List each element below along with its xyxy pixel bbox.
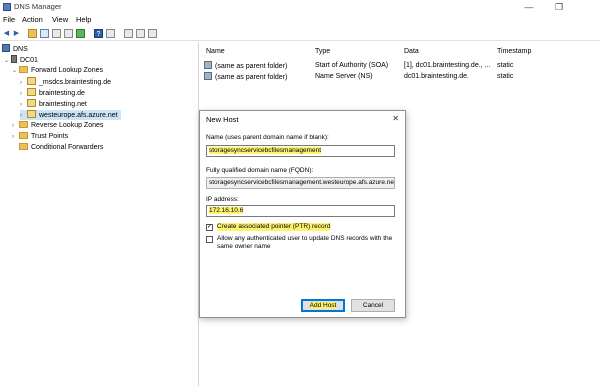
ip-address-value: 172.16.10.6 — [209, 207, 244, 214]
tree-item-label: DC01 — [20, 57, 38, 64]
help-icon[interactable]: ? — [94, 29, 103, 38]
menu-action[interactable]: Action — [22, 15, 43, 24]
dialog-title: New Host — [206, 115, 239, 124]
up-folder-icon[interactable] — [28, 29, 37, 38]
chevron-right-icon[interactable]: › — [20, 100, 27, 110]
tree-item-reverse-lookup-zones[interactable]: › Reverse Lookup Zones — [12, 121, 103, 131]
forward-arrow-icon[interactable]: ▶ — [12, 29, 21, 38]
record-timestamp-cell: static — [497, 62, 514, 69]
back-arrow-icon[interactable]: ◀ — [2, 29, 11, 38]
record-icon — [204, 61, 212, 69]
zone-icon — [27, 99, 36, 107]
menu-view[interactable]: View — [52, 15, 68, 24]
folder-icon — [19, 143, 28, 150]
tree-item-zone[interactable]: › braintesting.net — [20, 99, 87, 109]
add-host-button[interactable]: Add Host — [301, 299, 345, 312]
folder-icon — [19, 121, 28, 128]
server-icon — [11, 55, 17, 63]
allow-update-checkbox-label[interactable]: Allow any authenticated user to update D… — [217, 235, 397, 251]
name-label: Name (uses parent domain name if blank): — [206, 134, 329, 141]
folder-icon — [19, 66, 28, 73]
close-icon[interactable]: ✕ — [392, 114, 399, 123]
tree-item-conditional-forwarders[interactable]: Conditional Forwarders — [12, 143, 103, 153]
export-list-icon[interactable] — [76, 29, 85, 38]
ptr-checkbox-label[interactable]: Create associated pointer (PTR) record — [217, 223, 331, 231]
ip-address-field[interactable]: 172.16.10.6 — [206, 205, 395, 217]
tree-item-forward-lookup-zones[interactable]: ⌄ Forward Lookup Zones — [12, 66, 103, 76]
chevron-down-icon[interactable]: ⌄ — [12, 66, 19, 76]
chevron-down-icon[interactable]: ⌄ — [4, 56, 11, 66]
tree-item-label: Conditional Forwarders — [31, 144, 104, 151]
column-header-type[interactable]: Type — [315, 48, 330, 55]
ip-address-label: IP address: — [206, 196, 239, 203]
tree-item-dns[interactable]: DNS — [2, 44, 28, 54]
tree-item-label: braintesting.de — [39, 90, 85, 97]
folder-icon — [19, 132, 28, 139]
record-icon — [204, 72, 212, 80]
title-bar: DNS Manager — ❐ — [0, 0, 600, 14]
record-type-cell: Start of Authority (SOA) — [315, 62, 389, 69]
restore-button[interactable]: ❐ — [544, 0, 574, 14]
tree-item-zone-selected[interactable]: › westeurope.afs.azure.net — [20, 110, 121, 120]
properties-icon[interactable] — [52, 29, 61, 38]
chevron-right-icon[interactable]: › — [12, 121, 19, 131]
menu-help[interactable]: Help — [76, 15, 91, 24]
column-header-timestamp[interactable]: Timestamp — [497, 48, 531, 55]
menu-file[interactable]: File — [3, 15, 15, 24]
chevron-right-icon[interactable]: › — [20, 89, 27, 99]
name-field[interactable]: storagesyncservicebcfilesmanagement — [206, 145, 395, 157]
column-header-data[interactable]: Data — [404, 48, 419, 55]
dns-manager-app-icon — [3, 3, 11, 11]
zone-icon — [27, 88, 36, 96]
tree-item-label: Trust Points — [31, 133, 69, 140]
chevron-right-icon[interactable]: › — [12, 132, 19, 142]
zone-icon — [27, 77, 36, 85]
record-data-cell: [1], dc01.braintesting.de., ... — [404, 62, 491, 69]
ptr-checkbox[interactable]: ✓ — [206, 224, 213, 231]
show-hide-tree-icon[interactable] — [40, 29, 49, 38]
refresh-icon[interactable] — [64, 29, 73, 38]
tree-item-label: _msdcs.braintesting.de — [39, 79, 111, 86]
tree-item-label: braintesting.net — [39, 101, 87, 108]
new-host-dialog: New Host ✕ Name (uses parent domain name… — [199, 110, 406, 318]
record-name-cell: (same as parent folder) — [204, 61, 287, 72]
record-timestamp-cell: static — [497, 73, 514, 80]
allow-update-checkbox[interactable] — [206, 236, 213, 243]
zone-icon — [27, 110, 36, 118]
cancel-button[interactable]: Cancel — [351, 299, 395, 312]
tree-item-label: DNS — [13, 46, 28, 53]
tree-item-server[interactable]: ⌄ DC01 — [4, 55, 38, 65]
record-type-cell: Name Server (NS) — [315, 73, 373, 80]
window-title: DNS Manager — [14, 2, 62, 11]
name-value: storagesyncservicebcfilesmanagement — [209, 147, 321, 154]
table-row[interactable]: (same as parent folder) Start of Authori… — [200, 61, 600, 71]
fqdn-label: Fully qualified domain name (FQDN): — [206, 167, 314, 174]
console-tree: DNS ⌄ DC01 ⌄ Forward Lookup Zones › _msdcs.… — [0, 42, 199, 386]
record-name-cell: (same as parent folder) — [204, 72, 287, 83]
fqdn-field: storagesyncservicebcfilesmanagement.west… — [206, 177, 395, 189]
chevron-right-icon[interactable]: › — [20, 78, 27, 88]
tree-item-label: Reverse Lookup Zones — [31, 122, 104, 129]
add-host-label: Add Host — [309, 302, 337, 309]
chevron-right-icon[interactable]: › — [20, 111, 27, 121]
record-data-cell: dc01.braintesting.de. — [404, 73, 469, 80]
tree-item-label: Forward Lookup Zones — [31, 67, 103, 74]
dns-icon — [2, 44, 10, 52]
column-header-name[interactable]: Name — [206, 48, 225, 55]
server-icon[interactable] — [124, 29, 133, 38]
list-icon[interactable] — [136, 29, 145, 38]
tree-item-zone[interactable]: › braintesting.de — [20, 88, 85, 98]
toolbar: ◀ ▶ ? — [0, 27, 600, 41]
minimize-button[interactable]: — — [514, 0, 544, 14]
tree-item-zone[interactable]: › _msdcs.braintesting.de — [20, 77, 111, 87]
tree-item-trust-points[interactable]: › Trust Points — [12, 132, 68, 142]
table-row[interactable]: (same as parent folder) Name Server (NS)… — [200, 72, 600, 82]
tree-item-label: westeurope.afs.azure.net — [39, 112, 118, 119]
action-pane-icon[interactable] — [106, 29, 115, 38]
details-icon[interactable] — [148, 29, 157, 38]
menu-bar: File Action View Help — [0, 14, 600, 26]
